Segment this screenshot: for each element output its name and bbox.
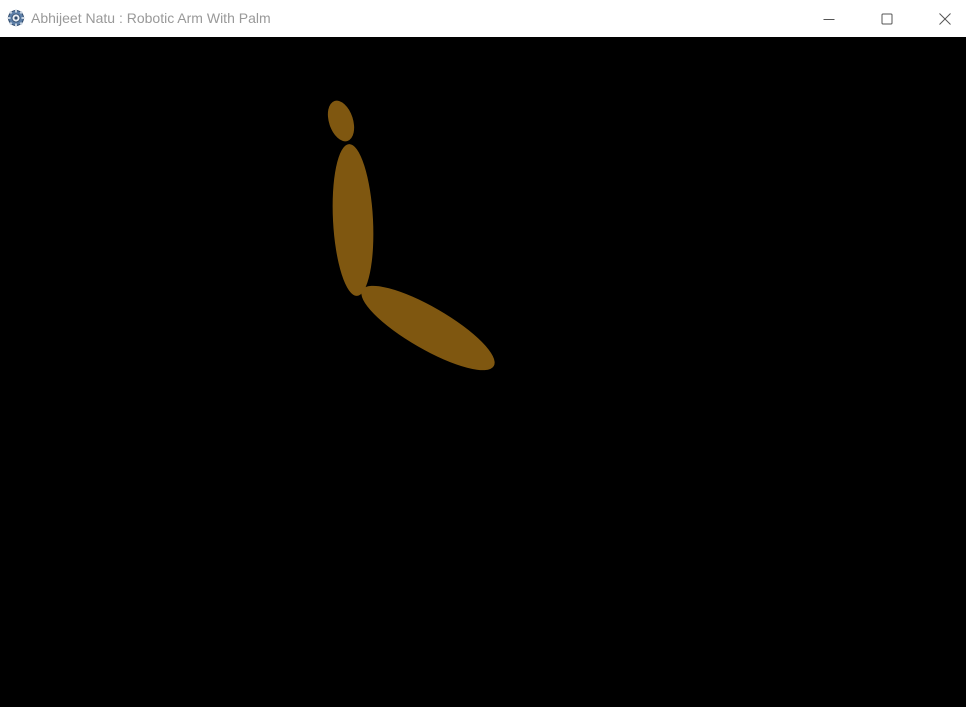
minimize-button[interactable] (806, 0, 852, 37)
title-bar[interactable]: Abhijeet Natu : Robotic Arm With Palm (0, 0, 966, 37)
opengl-render-canvas[interactable] (0, 37, 966, 702)
maximize-button[interactable] (864, 0, 910, 37)
palm-segment (327, 100, 355, 142)
forearm-segment (361, 285, 495, 371)
maximize-icon (881, 13, 893, 24)
minimize-icon (823, 18, 835, 20)
app-gear-icon[interactable] (7, 9, 25, 27)
close-button[interactable] (922, 0, 966, 37)
robotic-arm-scene (327, 100, 495, 371)
close-icon (939, 12, 951, 25)
app-window: Abhijeet Natu : Robotic Arm With Palm (0, 0, 966, 702)
upper-arm-segment (332, 144, 374, 296)
window-title: Abhijeet Natu : Robotic Arm With Palm (31, 10, 271, 26)
